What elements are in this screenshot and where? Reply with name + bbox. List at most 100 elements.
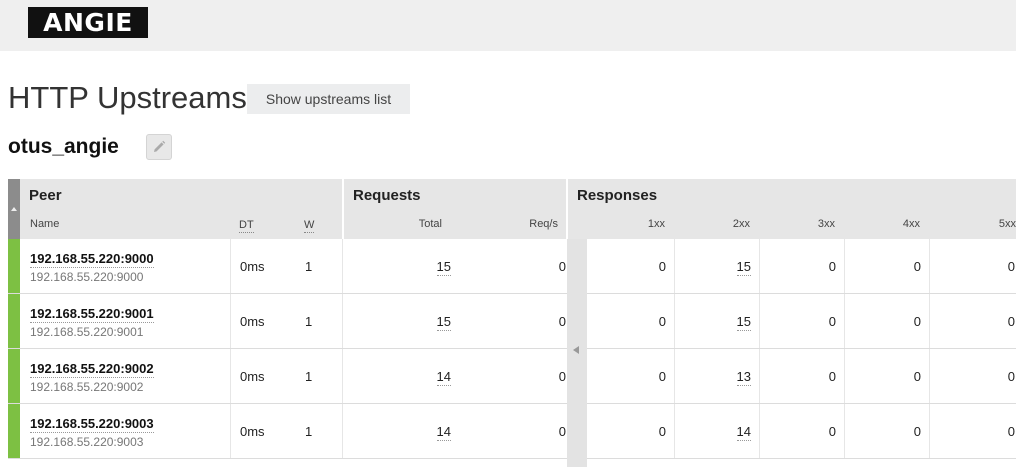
- header-divider: [566, 179, 568, 239]
- responses-3xx: 0: [828, 314, 836, 329]
- responses-1xx: 0: [658, 314, 666, 329]
- cell-divider: [342, 239, 343, 293]
- responses-4xx: 0: [913, 259, 921, 274]
- peer-status-indicator: [8, 294, 20, 348]
- responses-4xx: 0: [913, 424, 921, 439]
- upstream-name: otus_angie: [8, 135, 119, 158]
- col-2xx[interactable]: 2xx: [733, 212, 750, 236]
- collapse-left-icon: [573, 346, 579, 354]
- responses-5xx: 0: [1007, 369, 1015, 384]
- header-responses: Responses: [568, 179, 1016, 212]
- cell-divider: [342, 294, 343, 348]
- subheader-peer-row: Name DT W: [20, 212, 342, 239]
- col-total[interactable]: Total: [419, 212, 442, 236]
- responses-1xx: 0: [658, 259, 666, 274]
- cell-divider: [342, 404, 343, 458]
- sort-handle[interactable]: [8, 179, 20, 239]
- cell-divider: [929, 294, 930, 348]
- cell-divider: [674, 294, 675, 348]
- peer-dt: 0ms: [240, 259, 265, 274]
- col-dt[interactable]: DT: [239, 218, 254, 233]
- cell-divider: [759, 294, 760, 348]
- responses-2xx[interactable]: 14: [736, 424, 751, 441]
- responses-2xx[interactable]: 15: [736, 259, 751, 276]
- responses-2xx[interactable]: 13: [736, 369, 751, 386]
- peer-server: 192.168.55.220:9001: [30, 325, 144, 339]
- responses-4xx: 0: [913, 369, 921, 384]
- requests-per-second: 0: [558, 369, 566, 384]
- peer-name[interactable]: 192.168.55.220:9001: [30, 306, 154, 323]
- cell-divider: [759, 349, 760, 403]
- col-3xx[interactable]: 3xx: [818, 212, 835, 236]
- pencil-icon: [154, 140, 166, 152]
- requests-total[interactable]: 14: [436, 424, 451, 441]
- cell-divider: [844, 404, 845, 458]
- table-row: 192.168.55.220:9001 192.168.55.220:9001 …: [8, 294, 1016, 349]
- angie-logo[interactable]: ANGIE: [28, 7, 148, 38]
- col-reqs[interactable]: Req/s: [529, 212, 558, 236]
- col-4xx[interactable]: 4xx: [903, 212, 920, 236]
- responses-1xx: 0: [658, 369, 666, 384]
- cell-divider: [929, 349, 930, 403]
- peer-server: 192.168.55.220:9002: [30, 380, 144, 394]
- peer-server: 192.168.55.220:9003: [30, 435, 144, 449]
- cell-divider: [674, 404, 675, 458]
- cell-divider: [844, 239, 845, 293]
- cell-divider: [674, 349, 675, 403]
- peer-name[interactable]: 192.168.55.220:9003: [30, 416, 154, 433]
- cell-divider: [759, 404, 760, 458]
- requests-per-second: 0: [558, 424, 566, 439]
- cell-divider: [230, 349, 231, 403]
- requests-total[interactable]: 14: [436, 369, 451, 386]
- peer-status-indicator: [8, 349, 20, 403]
- cell-divider: [929, 239, 930, 293]
- col-5xx[interactable]: 5xx: [999, 212, 1016, 236]
- header-divider: [342, 179, 344, 239]
- responses-4xx: 0: [913, 314, 921, 329]
- responses-5xx: 0: [1007, 424, 1015, 439]
- requests-per-second: 0: [558, 259, 566, 274]
- peer-name[interactable]: 192.168.55.220:9002: [30, 361, 154, 378]
- cell-divider: [759, 239, 760, 293]
- show-upstreams-list-button[interactable]: Show upstreams list: [247, 84, 410, 114]
- peer-status-indicator: [8, 239, 20, 293]
- cell-divider: [674, 239, 675, 293]
- sort-up-icon: [11, 207, 17, 211]
- table-row: 192.168.55.220:9003 192.168.55.220:9003 …: [8, 404, 1016, 459]
- responses-1xx: 0: [658, 424, 666, 439]
- peer-dt: 0ms: [240, 314, 265, 329]
- cell-divider: [844, 349, 845, 403]
- peer-server: 192.168.55.220:9000: [30, 270, 144, 284]
- subheader-responses-row: 1xx 2xx 3xx 4xx 5xx: [568, 212, 1016, 239]
- responses-3xx: 0: [828, 259, 836, 274]
- requests-total[interactable]: 15: [436, 314, 451, 331]
- header-requests: Requests: [344, 179, 566, 212]
- cell-divider: [230, 239, 231, 293]
- peer-weight: 1: [305, 369, 313, 384]
- responses-2xx[interactable]: 15: [736, 314, 751, 331]
- subheader-requests-row: Total Req/s: [344, 212, 566, 239]
- table-row: 192.168.55.220:9000 192.168.55.220:9000 …: [8, 239, 1016, 294]
- upstream-peers-table: Peer Requests Responses Name DT W Total …: [8, 179, 1016, 467]
- col-w[interactable]: W: [304, 218, 315, 233]
- col-name[interactable]: Name: [30, 212, 59, 236]
- top-bar: ANGIE: [0, 0, 1016, 51]
- col-1xx[interactable]: 1xx: [648, 212, 665, 236]
- table-row: 192.168.55.220:9002 192.168.55.220:9002 …: [8, 349, 1016, 404]
- peer-weight: 1: [305, 259, 313, 274]
- cell-divider: [230, 294, 231, 348]
- peer-weight: 1: [305, 314, 313, 329]
- responses-5xx: 0: [1007, 314, 1015, 329]
- page-title: HTTP Upstreams: [8, 80, 247, 115]
- cell-divider: [929, 404, 930, 458]
- requests-per-second: 0: [558, 314, 566, 329]
- requests-total[interactable]: 15: [436, 259, 451, 276]
- collapse-columns-toggle[interactable]: [567, 239, 587, 467]
- cell-divider: [230, 404, 231, 458]
- peer-name[interactable]: 192.168.55.220:9000: [30, 251, 154, 268]
- edit-upstream-button[interactable]: [146, 134, 172, 160]
- peer-weight: 1: [305, 424, 313, 439]
- header-peer: Peer: [20, 179, 342, 212]
- peer-status-indicator: [8, 404, 20, 458]
- responses-3xx: 0: [828, 369, 836, 384]
